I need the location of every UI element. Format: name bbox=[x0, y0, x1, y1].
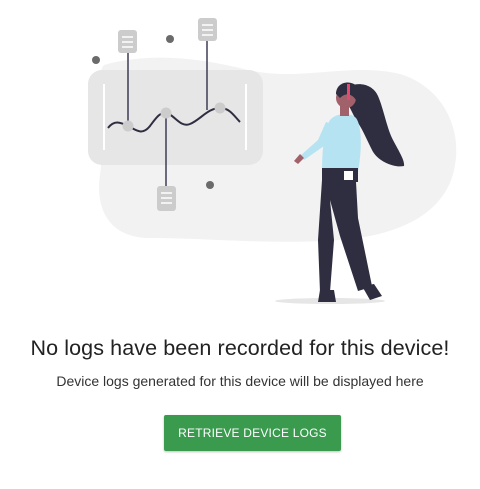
no-logs-illustration bbox=[88, 18, 457, 304]
empty-state-subtitle: Device logs generated for this device wi… bbox=[56, 373, 424, 389]
server-icon bbox=[198, 18, 217, 41]
decor-dot bbox=[166, 35, 174, 43]
empty-state-title: No logs have been recorded for this devi… bbox=[30, 336, 450, 360]
decor-dot bbox=[92, 56, 100, 64]
retrieve-device-logs-button[interactable]: RETRIEVE DEVICE LOGS bbox=[164, 415, 341, 451]
empty-state: No logs have been recorded for this devi… bbox=[0, 0, 480, 489]
server-icon bbox=[118, 30, 137, 53]
server-icon bbox=[157, 186, 176, 211]
decor-dot bbox=[206, 181, 214, 189]
